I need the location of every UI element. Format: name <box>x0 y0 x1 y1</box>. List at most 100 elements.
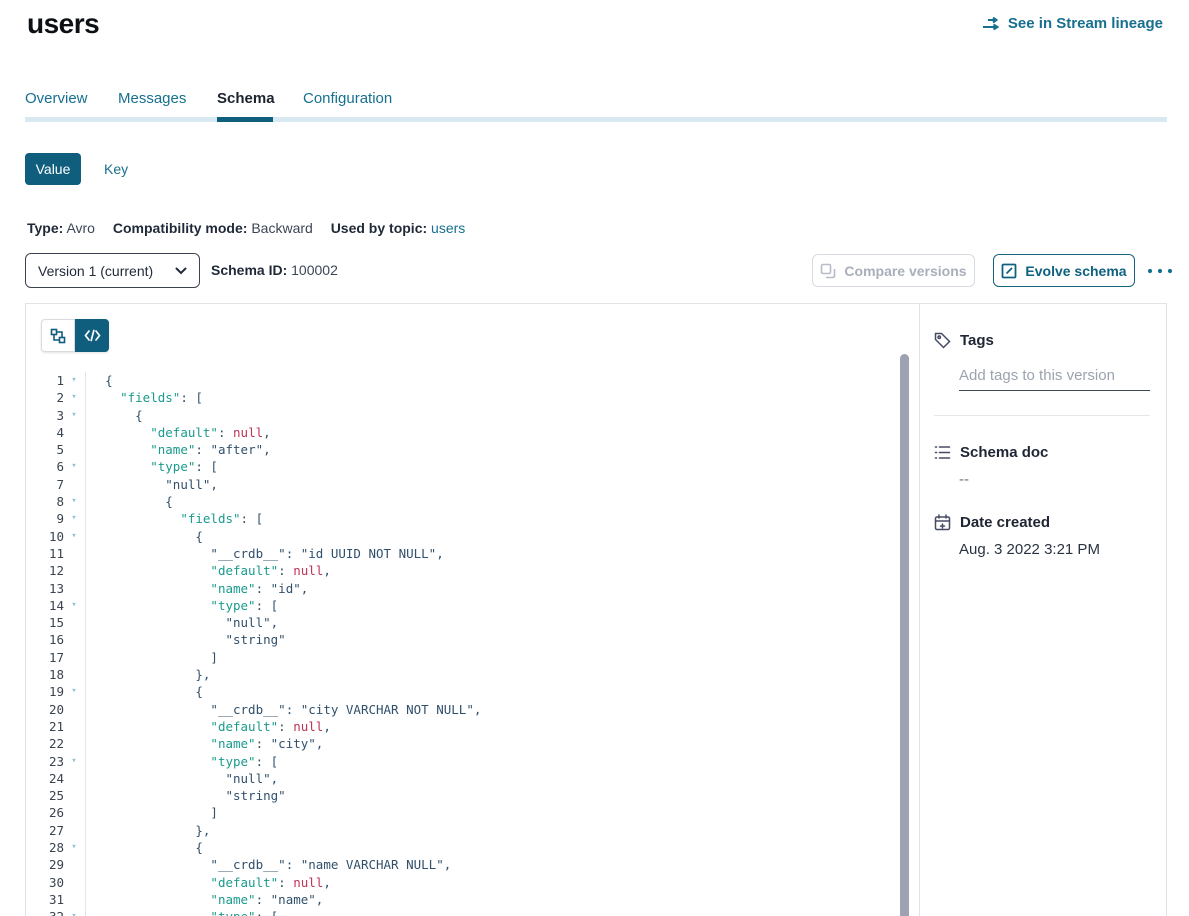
code-line-text: "type": [ <box>86 908 278 916</box>
tab-messages[interactable]: Messages <box>118 90 186 107</box>
code-line-text: "fields": [ <box>86 389 203 406</box>
code-line: 5 "name": "after", <box>26 441 919 458</box>
tree-view-icon <box>50 328 66 344</box>
code-line: 29 "__crdb__": "name VARCHAR NULL", <box>26 856 919 873</box>
code-line: 26 ] <box>26 804 919 821</box>
ellipsis-icon <box>1147 268 1173 274</box>
line-number: 25 <box>26 787 64 804</box>
code-line-text: { <box>86 683 203 700</box>
gutter-cell: 16 <box>26 631 86 648</box>
tags-section-header: Tags <box>934 332 1150 349</box>
fold-arrow-icon[interactable]: ▾ <box>64 458 84 475</box>
tags-title: Tags <box>960 332 994 349</box>
fold-arrow-icon[interactable]: ▾ <box>64 407 84 424</box>
topic-link[interactable]: users <box>431 220 465 236</box>
line-number: 8 <box>26 493 64 510</box>
gutter-cell: 27 <box>26 822 86 839</box>
tree-view-button[interactable] <box>41 319 75 352</box>
compare-versions-button[interactable]: Compare versions <box>812 254 975 287</box>
tab-underline-track <box>25 117 1167 122</box>
date-created-value: Aug. 3 2022 3:21 PM <box>959 541 1150 558</box>
code-line-text: }, <box>86 822 210 839</box>
code-line: 32▾ "type": [ <box>26 908 919 916</box>
tab-configuration[interactable]: Configuration <box>303 90 392 107</box>
tab-overview[interactable]: Overview <box>25 90 88 107</box>
line-number: 4 <box>26 424 64 441</box>
line-number: 32 <box>26 908 64 916</box>
fold-arrow-icon[interactable]: ▾ <box>64 372 84 389</box>
view-toggle-group <box>41 319 109 352</box>
fold-arrow-icon[interactable]: ▾ <box>64 683 84 700</box>
code-line: 17 ] <box>26 649 919 666</box>
add-tags-input[interactable] <box>959 365 1150 391</box>
line-number: 26 <box>26 804 64 821</box>
code-line: 2▾ "fields": [ <box>26 389 919 406</box>
code-line-text: "name": "id", <box>86 580 308 597</box>
gutter-cell: 31 <box>26 891 86 908</box>
line-number: 23 <box>26 753 64 770</box>
code-line: 30 "default": null, <box>26 874 919 891</box>
line-number: 15 <box>26 614 64 631</box>
code-line: 31 "name": "name", <box>26 891 919 908</box>
line-number: 19 <box>26 683 64 700</box>
code-line: 21 "default": null, <box>26 718 919 735</box>
line-number: 30 <box>26 874 64 891</box>
compare-versions-label: Compare versions <box>844 263 966 279</box>
gutter-cell: 32▾ <box>26 908 86 916</box>
gutter-cell: 18 <box>26 666 86 683</box>
see-in-stream-lineage-link[interactable]: See in Stream lineage <box>982 15 1163 32</box>
calendar-icon <box>934 514 951 531</box>
date-created-section-header: Date created <box>934 514 1150 531</box>
fold-arrow-icon[interactable]: ▾ <box>64 908 84 916</box>
code-view-button[interactable] <box>75 319 109 352</box>
compatibility-value: Backward <box>251 220 312 236</box>
code-line-text: "__crdb__": "city VARCHAR NOT NULL", <box>86 701 481 718</box>
fold-arrow-icon[interactable]: ▾ <box>64 839 84 856</box>
value-toggle-button[interactable]: Value <box>25 153 81 185</box>
gutter-cell: 15 <box>26 614 86 631</box>
fold-arrow-icon[interactable]: ▾ <box>64 510 84 527</box>
code-line-text: ] <box>86 649 218 666</box>
more-actions-button[interactable] <box>1146 260 1174 282</box>
fold-arrow-icon[interactable]: ▾ <box>64 597 84 614</box>
code-line: 20 "__crdb__": "city VARCHAR NOT NULL", <box>26 701 919 718</box>
version-select[interactable]: Version 1 (current) <box>25 253 200 288</box>
gutter-cell: 29 <box>26 856 86 873</box>
schema-meta-row: Type: Avro Compatibility mode: Backward … <box>27 220 465 236</box>
gutter-cell: 3▾ <box>26 407 86 424</box>
code-line: 18 }, <box>26 666 919 683</box>
evolve-schema-button[interactable]: Evolve schema <box>993 254 1135 287</box>
chevron-down-icon <box>175 267 187 275</box>
gutter-cell: 28▾ <box>26 839 86 856</box>
type-value: Avro <box>66 220 95 236</box>
code-line-text: "null", <box>86 770 278 787</box>
code-line-text: { <box>86 528 203 545</box>
code-scrollbar[interactable] <box>900 354 909 916</box>
gutter-cell: 23▾ <box>26 753 86 770</box>
gutter-cell: 6▾ <box>26 458 86 475</box>
line-number: 5 <box>26 441 64 458</box>
version-selected-value: Version 1 (current) <box>38 263 153 279</box>
code-line: 15 "null", <box>26 614 919 631</box>
line-number: 10 <box>26 528 64 545</box>
fold-arrow-icon[interactable]: ▾ <box>64 753 84 770</box>
fold-arrow-icon[interactable]: ▾ <box>64 493 84 510</box>
gutter-cell: 25 <box>26 787 86 804</box>
fold-arrow-icon[interactable]: ▾ <box>64 528 84 545</box>
gutter-cell: 10▾ <box>26 528 86 545</box>
fold-arrow-icon[interactable]: ▾ <box>64 389 84 406</box>
line-number: 13 <box>26 580 64 597</box>
schema-card: 1▾ {2▾ "fields": [3▾ {4 "default": null,… <box>25 303 1167 916</box>
tab-schema[interactable]: Schema <box>217 90 275 107</box>
code-line: 11 "__crdb__": "id UUID NOT NULL", <box>26 545 919 562</box>
gutter-cell: 20 <box>26 701 86 718</box>
gutter-cell: 7 <box>26 476 86 493</box>
key-toggle-link[interactable]: Key <box>104 161 128 177</box>
code-line-text: ] <box>86 804 218 821</box>
code-line: 27 }, <box>26 822 919 839</box>
code-line: 3▾ { <box>26 407 919 424</box>
code-editor-lines[interactable]: 1▾ {2▾ "fields": [3▾ {4 "default": null,… <box>26 372 919 916</box>
code-line: 25 "string" <box>26 787 919 804</box>
schema-id-value: 100002 <box>291 262 338 278</box>
code-line-text: "name": "name", <box>86 891 323 908</box>
